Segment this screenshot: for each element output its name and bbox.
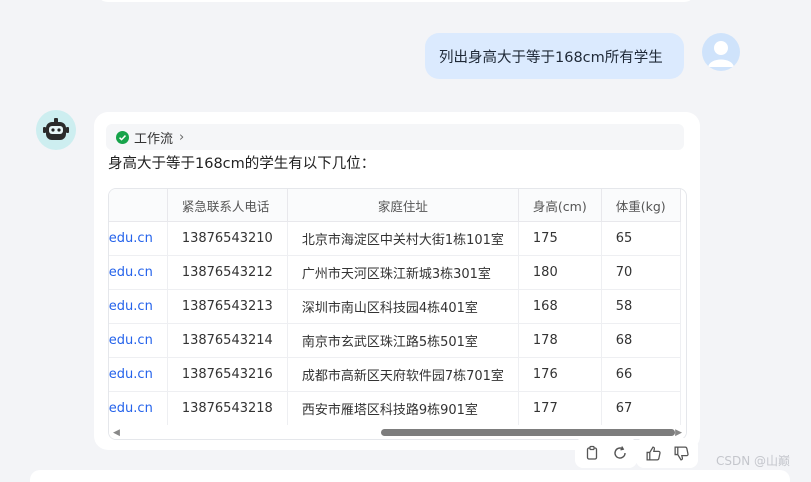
- cell-address: 西安市雁塔区科技路9栋901室: [287, 391, 519, 426]
- user-avatar: [702, 33, 740, 71]
- cell-height: 180: [518, 255, 602, 290]
- cell-email[interactable]: school.edu.cn: [109, 323, 168, 358]
- input-area-edge: [30, 470, 790, 482]
- cell-email[interactable]: school.edu.cn: [109, 357, 168, 392]
- like-button[interactable]: [642, 442, 664, 464]
- copy-button[interactable]: [581, 442, 603, 464]
- cell-height: 176: [518, 357, 602, 392]
- cell-address: 广州市天河区珠江新城3栋301室: [287, 255, 519, 290]
- refresh-icon: [614, 446, 626, 459]
- cell-phone: 13876543214: [167, 323, 288, 358]
- results-table: 邮箱 紧急联系人电话 家庭住址 身高(cm) 体重(kg) school.edu…: [109, 189, 681, 426]
- message-actions-right: [636, 438, 698, 468]
- regenerate-button[interactable]: [609, 442, 631, 464]
- dislike-button[interactable]: [670, 442, 692, 464]
- table-row: school.edu.cn 13876543212 广州市天河区珠江新城3栋30…: [109, 255, 681, 290]
- scroll-left-arrow-icon[interactable]: ◀: [113, 428, 120, 438]
- table-row: school.edu.cn 13876543213 深圳市南山区科技园4栋401…: [109, 289, 681, 324]
- header-weight: 体重(kg): [601, 189, 681, 222]
- horizontal-scrollbar[interactable]: ◀ ▶: [109, 425, 686, 439]
- cell-address: 北京市海淀区中关村大街1栋101室: [287, 221, 519, 256]
- cell-phone: 13876543213: [167, 289, 288, 324]
- table-row: school.edu.cn 13876543210 北京市海淀区中关村大街1栋1…: [109, 221, 681, 256]
- previous-message-card: [96, 0, 696, 2]
- thumbs-down-icon: [673, 445, 689, 461]
- workflow-label: 工作流: [134, 131, 174, 147]
- user-message-text: 列出身高大于等于168cm所有学生: [439, 49, 663, 66]
- table-row: school.edu.cn 13876543218 西安市雁塔区科技路9栋901…: [109, 391, 681, 426]
- copy-icon: [586, 445, 598, 460]
- scrollbar-thumb[interactable]: [381, 429, 675, 436]
- table-row: school.edu.cn 13876543216 成都市高新区天府软件园7栋7…: [109, 357, 681, 392]
- cell-address: 深圳市南山区科技园4栋401室: [287, 289, 519, 324]
- cell-weight: 58: [601, 289, 681, 324]
- watermark: CSDN @山巅: [716, 454, 791, 468]
- cell-height: 168: [518, 289, 602, 324]
- table-row: school.edu.cn 13876543214 南京市玄武区珠江路5栋501…: [109, 323, 681, 358]
- header-height: 身高(cm): [518, 189, 602, 222]
- cell-email[interactable]: school.edu.cn: [109, 221, 168, 256]
- cell-weight: 70: [601, 255, 681, 290]
- cell-height: 177: [518, 391, 602, 426]
- user-message-bubble: 列出身高大于等于168cm所有学生: [425, 33, 684, 79]
- cell-address: 成都市高新区天府软件园7栋701室: [287, 357, 519, 392]
- cell-phone: 13876543212: [167, 255, 288, 290]
- table-header-row: 邮箱 紧急联系人电话 家庭住址 身高(cm) 体重(kg): [109, 189, 681, 222]
- header-address: 家庭住址: [287, 189, 519, 222]
- cell-phone: 13876543210: [167, 221, 288, 256]
- cell-weight: 66: [601, 357, 681, 392]
- cell-height: 178: [518, 323, 602, 358]
- chevron-right-icon: ›: [179, 129, 185, 145]
- answer-intro-text: 身高大于等于168cm的学生有以下几位：: [108, 156, 376, 172]
- cell-phone: 13876543216: [167, 357, 288, 392]
- cell-weight: 65: [601, 221, 681, 256]
- header-email: 邮箱: [109, 189, 168, 222]
- cell-address: 南京市玄武区珠江路5栋501室: [287, 323, 519, 358]
- header-emergency-phone: 紧急联系人电话: [167, 189, 288, 222]
- cell-height: 175: [518, 221, 602, 256]
- workflow-toggle[interactable]: 工作流 ›: [106, 124, 684, 150]
- cell-phone: 13876543218: [167, 391, 288, 426]
- check-circle-icon: [116, 130, 129, 144]
- message-actions-left: [575, 438, 637, 468]
- assistant-answer-card: 工作流 › 身高大于等于168cm的学生有以下几位： 邮箱 紧急联系人电话 家庭…: [94, 112, 700, 450]
- results-table-container: 邮箱 紧急联系人电话 家庭住址 身高(cm) 体重(kg) school.edu…: [108, 188, 687, 440]
- scroll-right-arrow-icon[interactable]: ▶: [675, 428, 682, 438]
- thumbs-up-icon: [645, 445, 661, 461]
- cell-weight: 67: [601, 391, 681, 426]
- cell-weight: 68: [601, 323, 681, 358]
- cell-email[interactable]: school.edu.cn: [109, 391, 168, 426]
- cell-email[interactable]: school.edu.cn: [109, 289, 168, 324]
- bot-avatar: [36, 110, 76, 150]
- cell-email[interactable]: school.edu.cn: [109, 255, 168, 290]
